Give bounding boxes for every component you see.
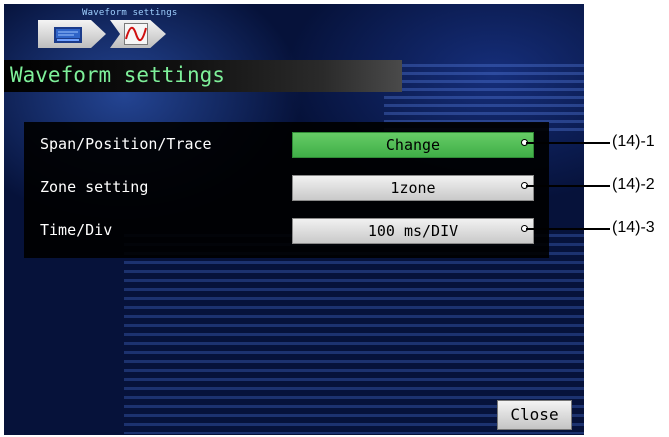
display-icon	[54, 27, 82, 43]
callout-line	[526, 142, 610, 144]
setting-label-time-div: Time/Div	[40, 221, 113, 239]
callout-line	[526, 185, 610, 187]
span-position-trace-button[interactable]: Change	[292, 132, 534, 158]
callout-label-14-1: (14)-1	[612, 133, 655, 150]
setting-label-zone: Zone setting	[40, 178, 149, 196]
zone-setting-button[interactable]: 1zone	[292, 175, 534, 201]
callout-label-14-2: (14)-2	[612, 176, 655, 193]
page-title: Waveform settings	[10, 63, 225, 87]
close-button[interactable]: Close	[497, 400, 572, 430]
settings-panel: Span/Position/Trace Change Zone setting …	[24, 122, 549, 258]
setting-label-span-position-trace: Span/Position/Trace	[40, 135, 212, 153]
breadcrumb-label: Waveform settings	[82, 8, 178, 18]
title-bar: Waveform settings	[4, 60, 402, 92]
instrument-screen: Waveform settings Waveform settings Span…	[4, 4, 584, 435]
time-div-button[interactable]: 100 ms/DIV	[292, 218, 534, 244]
callout-label-14-3: (14)-3	[612, 219, 655, 236]
callout-line	[526, 228, 610, 230]
waveform-icon	[124, 23, 148, 45]
